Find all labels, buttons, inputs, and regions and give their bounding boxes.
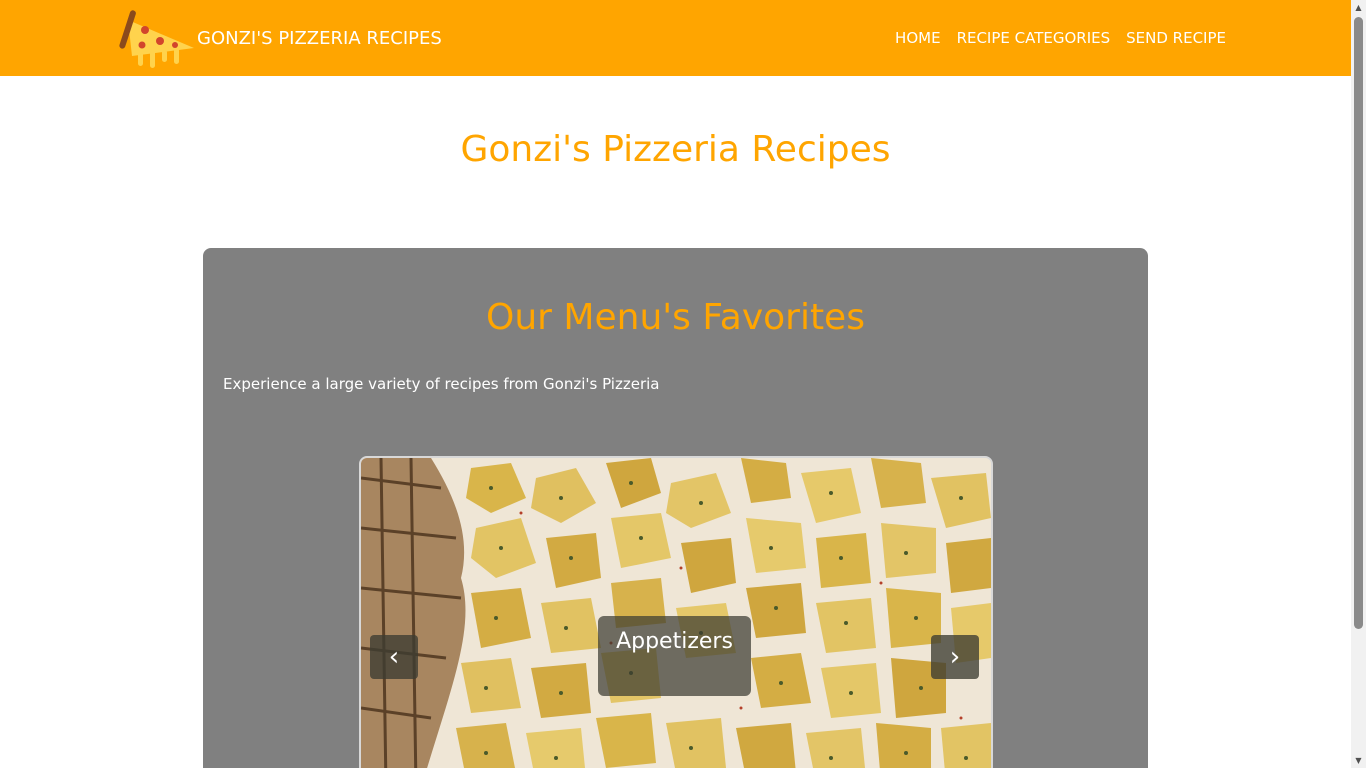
nav-link-send-recipe[interactable]: SEND RECIPE bbox=[1126, 29, 1226, 47]
chevron-right-icon: › bbox=[949, 642, 961, 672]
page: GONZI'S PIZZERIA RECIPES HOME RECIPE CAT… bbox=[0, 0, 1351, 768]
favorites-section: Our Menu's Favorites Experience a large … bbox=[203, 248, 1148, 768]
brand-title: GONZI'S PIZZERIA RECIPES bbox=[197, 27, 442, 49]
page-scrollbar[interactable]: ▲ ▼ bbox=[1351, 0, 1366, 768]
brand-link[interactable]: GONZI'S PIZZERIA RECIPES bbox=[118, 8, 442, 68]
carousel-caption: Appetizers bbox=[598, 616, 751, 696]
nav-link-recipe-categories[interactable]: RECIPE CATEGORIES bbox=[957, 29, 1111, 47]
carousel-prev-button[interactable]: ‹ bbox=[370, 635, 418, 679]
scroll-up-arrow-icon[interactable]: ▲ bbox=[1351, 0, 1366, 15]
favorites-description: Experience a large variety of recipes fr… bbox=[223, 375, 660, 393]
scroll-thumb[interactable] bbox=[1354, 17, 1363, 629]
navbar: GONZI'S PIZZERIA RECIPES HOME RECIPE CAT… bbox=[0, 0, 1351, 76]
carousel-image-appetizers bbox=[361, 458, 991, 768]
recipe-carousel[interactable]: Appetizers ‹ › bbox=[359, 456, 993, 768]
favorites-title: Our Menu's Favorites bbox=[486, 297, 865, 338]
page-title: Gonzi's Pizzeria Recipes bbox=[460, 129, 891, 170]
pizza-slice-icon bbox=[119, 10, 194, 68]
chevron-left-icon: ‹ bbox=[388, 642, 400, 672]
carousel-next-button[interactable]: › bbox=[931, 635, 979, 679]
nav-links: HOME RECIPE CATEGORIES SEND RECIPE bbox=[879, 0, 1226, 76]
scroll-down-arrow-icon[interactable]: ▼ bbox=[1351, 753, 1366, 768]
nav-link-home[interactable]: HOME bbox=[895, 29, 941, 47]
